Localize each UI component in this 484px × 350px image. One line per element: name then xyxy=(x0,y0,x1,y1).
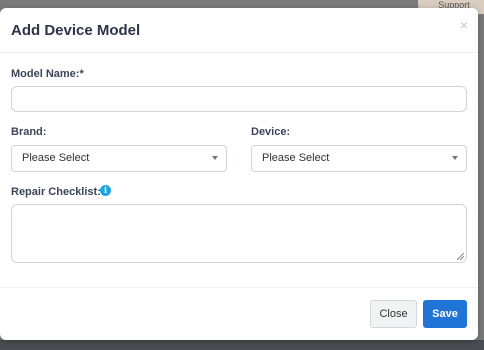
add-device-model-dialog: Add Device Model × Model Name:* Brand: P… xyxy=(0,8,478,340)
chevron-down-icon xyxy=(212,156,218,160)
chevron-down-icon xyxy=(452,156,458,160)
brand-label: Brand: xyxy=(11,126,47,138)
close-icon[interactable]: × xyxy=(460,18,468,32)
info-icon[interactable]: i xyxy=(100,185,111,196)
repair-checklist-label: Repair Checklist: xyxy=(11,186,101,198)
brand-select-value: Please Select xyxy=(22,152,90,164)
resize-grip-icon[interactable] xyxy=(457,253,464,260)
dialog-header: Add Device Model × xyxy=(0,8,478,53)
model-name-input[interactable] xyxy=(11,86,467,112)
save-button[interactable]: Save xyxy=(423,300,467,328)
repair-checklist-textarea[interactable] xyxy=(11,204,467,263)
model-name-label: Model Name:* xyxy=(11,68,84,80)
device-label: Device: xyxy=(251,126,291,138)
footer-divider xyxy=(0,287,478,288)
brand-select[interactable]: Please Select xyxy=(11,145,227,172)
close-button[interactable]: Close xyxy=(370,300,417,328)
page-backdrop xyxy=(0,340,484,350)
dialog-title: Add Device Model xyxy=(11,22,141,39)
device-select-value: Please Select xyxy=(262,152,330,164)
device-select[interactable]: Please Select xyxy=(251,145,467,172)
